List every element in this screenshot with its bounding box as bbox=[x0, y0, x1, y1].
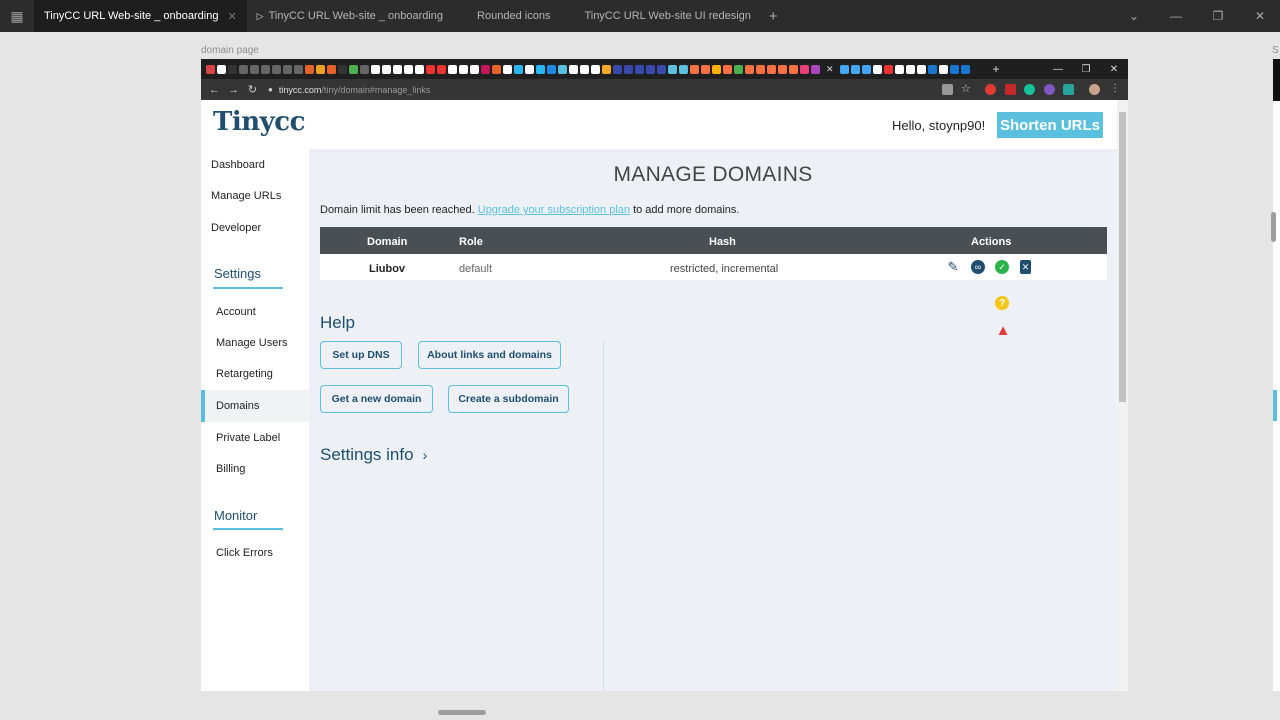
column-header-actions: Actions bbox=[971, 236, 1012, 248]
restore-icon[interactable]: ❐ bbox=[1072, 59, 1100, 79]
sidebar-item-manage-users[interactable]: Manage Users bbox=[216, 337, 288, 349]
domain-limit-notice: Domain limit has been reached. Upgrade y… bbox=[320, 204, 739, 216]
canvas-vertical-scrollbar[interactable] bbox=[1271, 212, 1276, 242]
translate-icon[interactable] bbox=[942, 84, 953, 95]
create-subdomain-button[interactable]: Create a subdomain bbox=[448, 385, 569, 413]
chevron-down-icon[interactable]: ⌄ bbox=[1114, 0, 1154, 32]
page-scrollbar-thumb[interactable] bbox=[1119, 112, 1126, 402]
avatar[interactable] bbox=[1089, 84, 1100, 95]
grammarly-icon[interactable] bbox=[1024, 84, 1035, 95]
domains-table-header: Domain Role Hash Actions bbox=[320, 227, 1107, 254]
figma-tab-3[interactable]: Rounded icons bbox=[467, 0, 560, 32]
cell-domain: Liubov bbox=[369, 263, 406, 275]
figma-tab-4[interactable]: TinyCC URL Web-site UI redesign bbox=[574, 0, 760, 32]
close-icon[interactable]: ✕ bbox=[227, 10, 236, 23]
limit-text-after: to add more domains. bbox=[630, 204, 740, 216]
column-divider bbox=[603, 341, 604, 691]
extension-icon[interactable] bbox=[1063, 84, 1074, 95]
canvas-horizontal-scrollbar[interactable] bbox=[438, 710, 486, 715]
frame-label-next[interactable]: S bbox=[1272, 45, 1279, 56]
page-content: Tinycc Hello, stoynp90! Shorten URLs Das… bbox=[201, 100, 1117, 691]
url-path: /tiny/domain#manage_links bbox=[321, 84, 431, 95]
site-header: Tinycc Hello, stoynp90! Shorten URLs bbox=[201, 100, 1117, 149]
check-circle-icon[interactable]: ✓ bbox=[995, 260, 1009, 274]
tinycc-logo[interactable]: Tinycc bbox=[213, 107, 305, 137]
set-up-dns-button[interactable]: Set up DNS bbox=[320, 341, 402, 369]
new-tab-icon[interactable]: + bbox=[993, 62, 1000, 76]
close-icon[interactable]: ✕ bbox=[826, 64, 834, 75]
page-title: MANAGE DOMAINS bbox=[613, 163, 813, 186]
restore-icon[interactable]: ❐ bbox=[1198, 0, 1238, 32]
figma-tab-label: TinyCC URL Web-site _ onboarding bbox=[44, 10, 219, 22]
browser-tab-strip: ✕ + bbox=[201, 59, 1128, 79]
cell-hash: restricted, incremental bbox=[670, 263, 779, 275]
next-frame-accent bbox=[1273, 390, 1277, 421]
heading-underline bbox=[213, 528, 283, 530]
frame-label[interactable]: domain page bbox=[201, 45, 259, 56]
forward-icon[interactable]: → bbox=[224, 84, 243, 96]
sidebar-item-billing[interactable]: Billing bbox=[216, 463, 245, 475]
close-window-icon[interactable]: ✕ bbox=[1240, 0, 1280, 32]
settings-info-label: Settings info bbox=[320, 445, 414, 464]
sidebar-item-domains[interactable]: Domains bbox=[216, 400, 259, 412]
sidebar-item-private-label[interactable]: Private Label bbox=[216, 432, 280, 444]
more-icon[interactable]: ⋮ bbox=[1110, 83, 1121, 94]
cell-role: default bbox=[459, 263, 493, 275]
figma-tab-1[interactable]: TinyCC URL Web-site _ onboarding ✕ bbox=[34, 0, 247, 32]
settings-info-toggle[interactable]: Settings info › bbox=[320, 445, 427, 465]
sidebar-item-manage-urls[interactable]: Manage URLs bbox=[211, 190, 281, 202]
shorten-urls-button[interactable]: Shorten URLs bbox=[997, 112, 1103, 138]
get-new-domain-button[interactable]: Get a new domain bbox=[320, 385, 433, 413]
play-icon: ▷ bbox=[256, 10, 264, 21]
limit-text-before: Domain limit has been reached. bbox=[320, 204, 478, 216]
trash-icon[interactable]: ✕ bbox=[1020, 260, 1031, 274]
figma-tab-label: TinyCC URL Web-site _ onboarding bbox=[268, 10, 444, 22]
star-icon[interactable]: ☆ bbox=[961, 82, 972, 95]
sidebar-heading-monitor: Monitor bbox=[214, 508, 258, 523]
pdf-extension-icon[interactable] bbox=[1005, 84, 1016, 95]
column-header-hash[interactable]: Hash bbox=[709, 236, 736, 248]
pencil-icon[interactable]: ✎ bbox=[946, 259, 960, 274]
upgrade-plan-link[interactable]: Upgrade your subscription plan bbox=[478, 204, 630, 216]
warning-triangle-icon[interactable]: ▲ bbox=[995, 322, 1011, 339]
column-header-domain[interactable]: Domain bbox=[367, 236, 407, 248]
browser-window: ✕ + — ❐ ✕ ← → ↻ ● tinycc.com/tiny/domain… bbox=[201, 59, 1128, 691]
figma-menu-icon[interactable]: ▦ bbox=[0, 0, 34, 32]
sidebar-item-developer[interactable]: Developer bbox=[211, 222, 261, 234]
sidebar: Dashboard Manage URLs Developer Settings… bbox=[201, 149, 309, 691]
sidebar-item-click-errors[interactable]: Click Errors bbox=[216, 547, 273, 559]
address-bar-row: ← → ↻ ● tinycc.com/tiny/domain#manage_li… bbox=[201, 79, 1128, 100]
about-links-button[interactable]: About links and domains bbox=[418, 341, 561, 369]
help-heading: Help bbox=[320, 313, 355, 332]
lock-icon: ● bbox=[268, 85, 273, 94]
user-greeting: Hello, stoynp90! bbox=[892, 118, 986, 133]
new-tab-icon[interactable]: + bbox=[769, 8, 778, 25]
minimize-icon[interactable]: — bbox=[1156, 0, 1196, 32]
figma-tab-label: TinyCC URL Web-site UI redesign bbox=[584, 10, 751, 22]
address-bar[interactable]: tinycc.com/tiny/domain#manage_links bbox=[279, 85, 431, 95]
active-item-indicator bbox=[201, 390, 205, 422]
sidebar-item-retargeting[interactable]: Retargeting bbox=[216, 368, 273, 380]
question-circle-icon[interactable]: ? bbox=[995, 296, 1009, 310]
sidebar-item-account[interactable]: Account bbox=[216, 306, 256, 318]
figma-toolbar: ▦ TinyCC URL Web-site _ onboarding ✕ ▷ T… bbox=[0, 0, 1280, 32]
column-header-role[interactable]: Role bbox=[459, 236, 483, 248]
extension-icon[interactable] bbox=[985, 84, 996, 95]
figma-tab-label: Rounded icons bbox=[477, 10, 551, 22]
extension-icon[interactable] bbox=[1044, 84, 1055, 95]
link-icon[interactable]: ∞ bbox=[971, 260, 985, 274]
sidebar-heading-settings: Settings bbox=[214, 266, 261, 281]
sidebar-item-dashboard[interactable]: Dashboard bbox=[211, 159, 265, 171]
heading-underline bbox=[213, 287, 283, 289]
minimize-icon[interactable]: — bbox=[1044, 59, 1072, 79]
chevron-right-icon: › bbox=[422, 447, 428, 463]
back-icon[interactable]: ← bbox=[205, 84, 224, 96]
figma-tab-2[interactable]: ▷ TinyCC URL Web-site _ onboarding bbox=[247, 0, 453, 32]
next-frame-header bbox=[1273, 59, 1280, 101]
close-window-icon[interactable]: ✕ bbox=[1100, 59, 1128, 79]
reload-icon[interactable]: ↻ bbox=[243, 83, 262, 96]
table-row: Liubov default restricted, incremental ✎… bbox=[320, 254, 1107, 280]
url-host: tinycc.com bbox=[278, 84, 322, 95]
